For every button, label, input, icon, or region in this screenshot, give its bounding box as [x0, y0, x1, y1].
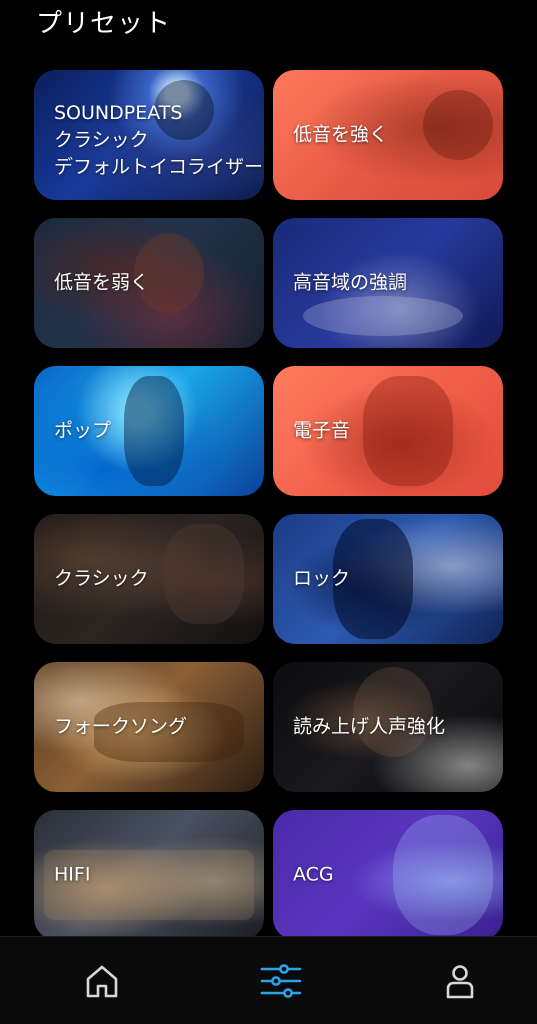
preset-label: ポップ: [54, 419, 112, 442]
preset-label: HIFI: [54, 863, 91, 886]
preset-card-rock[interactable]: ロック: [273, 514, 503, 644]
preset-card-pop[interactable]: ポップ: [34, 366, 264, 496]
card-art: [303, 296, 463, 336]
preset-card-soundpeats-classic[interactable]: SOUNDPEATS クラシック デフォルトイコライザー: [34, 70, 264, 200]
preset-card-electronic[interactable]: 電子音: [273, 366, 503, 496]
card-art: [423, 90, 493, 160]
preset-card-treble[interactable]: 高音域の強調: [273, 218, 503, 348]
card-art: [164, 524, 244, 624]
preset-card-hifi[interactable]: HIFI: [34, 810, 264, 940]
preset-label: 高音域の強調: [293, 271, 408, 294]
preset-label-line: クラシック: [54, 129, 149, 151]
card-art: [363, 376, 453, 486]
preset-label: 低音を強く: [293, 123, 389, 146]
preset-card-vocal[interactable]: 読み上げ人声強化: [273, 662, 503, 792]
preset-label-line: SOUNDPEATS: [54, 102, 183, 124]
preset-card-classic[interactable]: クラシック: [34, 514, 264, 644]
equalizer-icon: [260, 964, 302, 998]
preset-card-bass-reduce[interactable]: 低音を弱く: [34, 218, 264, 348]
preset-card-acg[interactable]: ACG: [273, 810, 503, 940]
preset-label: ロック: [293, 567, 351, 590]
card-art: [393, 815, 493, 935]
preset-label: クラシック: [54, 567, 149, 590]
preset-screen: プリセット SOUNDPEATS クラシック デフォルトイコライザー 低音を強く…: [0, 0, 537, 1024]
preset-card-bass-boost[interactable]: 低音を強く: [273, 70, 503, 200]
preset-label: SOUNDPEATS クラシック デフォルトイコライザー: [54, 100, 263, 181]
tab-home[interactable]: [80, 959, 124, 1003]
preset-grid: SOUNDPEATS クラシック デフォルトイコライザー 低音を強く 低音を弱く…: [34, 70, 504, 940]
card-art: [124, 376, 184, 486]
preset-label: 電子音: [293, 419, 351, 442]
profile-icon: [446, 965, 474, 999]
card-art: [353, 667, 433, 757]
preset-label: ACG: [293, 863, 334, 886]
tab-equalizer[interactable]: [259, 959, 303, 1003]
bottom-tab-bar: [0, 936, 537, 1024]
page-title: プリセット: [36, 9, 172, 39]
preset-label: 読み上げ人声強化: [293, 715, 446, 738]
preset-card-folk[interactable]: フォークソング: [34, 662, 264, 792]
preset-label: フォークソング: [54, 715, 188, 738]
home-icon: [86, 965, 118, 998]
preset-label-line: デフォルトイコライザー: [54, 156, 264, 178]
tab-profile[interactable]: [438, 959, 482, 1003]
preset-label: 低音を弱く: [54, 271, 150, 294]
